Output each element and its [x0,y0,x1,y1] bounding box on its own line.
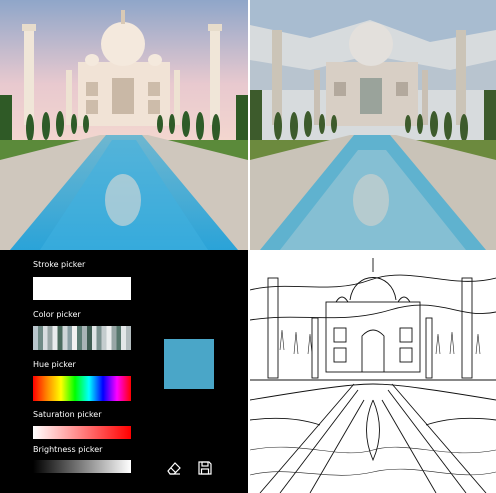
saturation-picker-label: Saturation picker [33,410,102,419]
hue-picker-label: Hue picker [33,360,76,369]
original-photo [0,0,248,250]
brightness-picker-label: Brightness picker [33,445,103,454]
controls-panel: Stroke picker Color picker Hue picker Sa… [0,250,248,493]
edge-detection-panel [250,250,496,493]
color-picker[interactable] [33,326,131,350]
hue-picker[interactable] [33,376,131,401]
eraser-icon[interactable] [166,460,182,476]
original-photo-panel [0,0,248,250]
stroke-picker-label: Stroke picker [33,260,86,269]
saturation-picker[interactable] [33,426,131,439]
selected-color-swatch [164,339,214,389]
brightness-picker[interactable] [33,460,131,473]
color-picker-label: Color picker [33,310,81,319]
posterized-photo [250,0,496,250]
edge-detection-image [250,258,496,493]
stroke-picker[interactable] [33,277,131,300]
posterized-photo-panel [250,0,496,250]
save-icon[interactable] [197,460,213,476]
